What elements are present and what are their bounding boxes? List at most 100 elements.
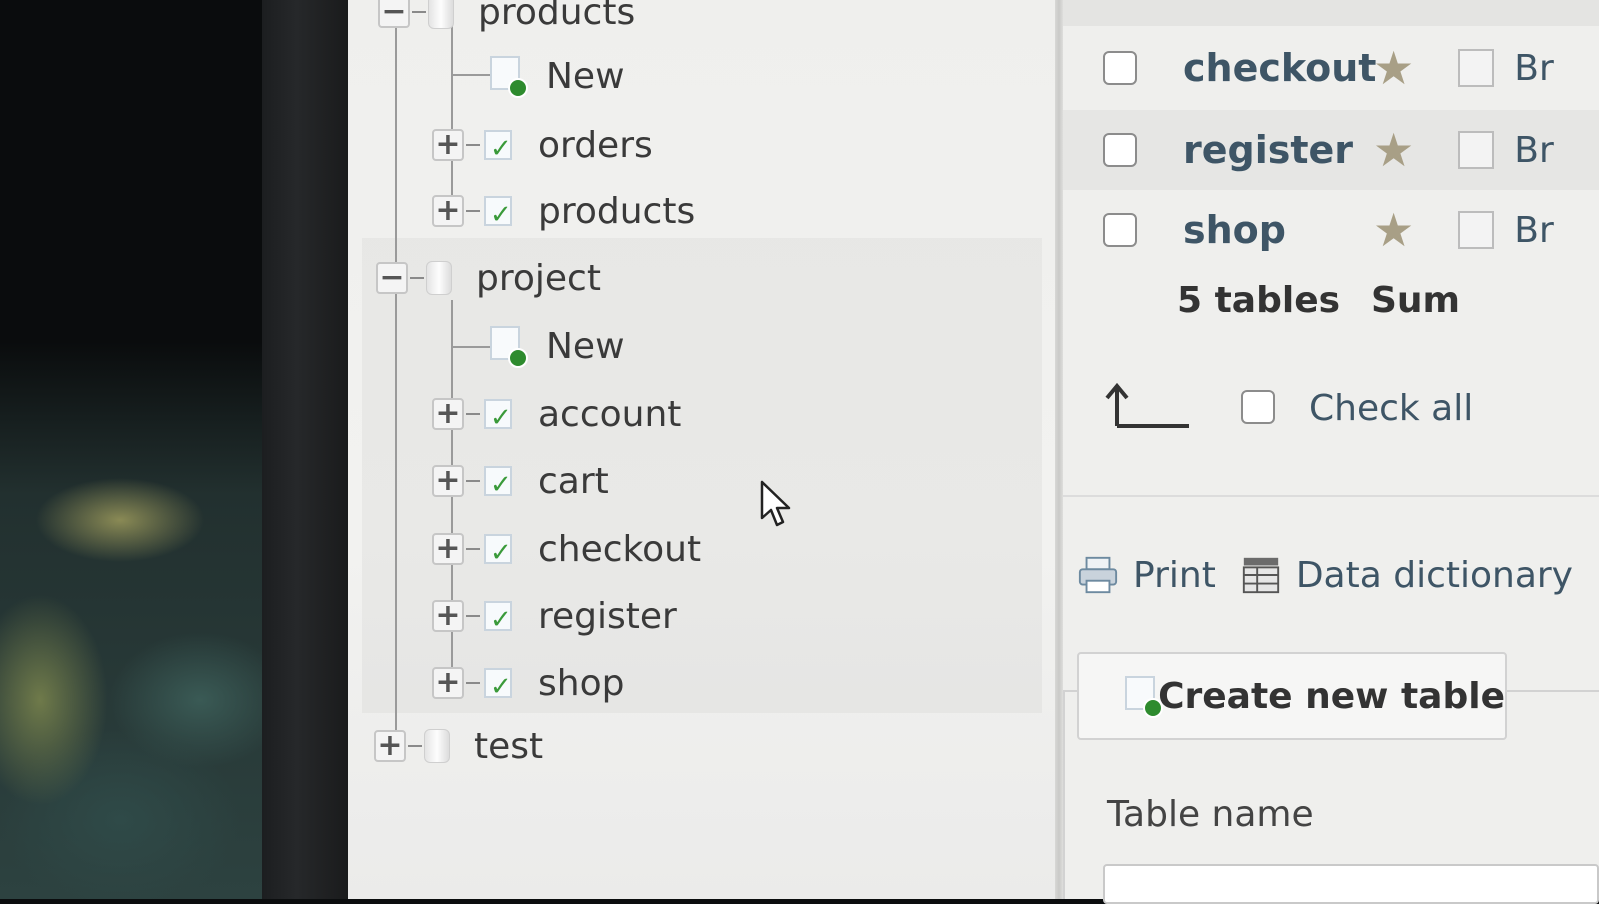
tree-label: account bbox=[538, 393, 682, 435]
tree-connector bbox=[466, 548, 480, 550]
sum-label: Sum bbox=[1371, 280, 1461, 321]
tree-item-checkout[interactable]: + ✓ checkout bbox=[432, 519, 701, 579]
background-photo bbox=[0, 0, 262, 899]
star-icon[interactable]: ★ bbox=[1373, 41, 1414, 95]
tree-label: New bbox=[546, 55, 625, 97]
check-all-checkbox[interactable] bbox=[1241, 390, 1275, 424]
database-icon bbox=[426, 261, 452, 295]
tree-item-shop[interactable]: + ✓ shop bbox=[432, 653, 624, 713]
tree-item-orders[interactable]: + ✓ orders bbox=[432, 115, 653, 175]
browse-link[interactable]: Br bbox=[1514, 48, 1554, 89]
tree-item-new-project[interactable]: New bbox=[488, 316, 625, 376]
plus-icon[interactable]: + bbox=[432, 667, 464, 699]
star-icon[interactable]: ★ bbox=[1373, 123, 1414, 177]
tree-connector bbox=[466, 144, 480, 146]
table-row-shop: shop ★ Br bbox=[1063, 190, 1599, 270]
tree-connector bbox=[408, 745, 422, 747]
browse-icon[interactable] bbox=[1458, 49, 1495, 87]
tree-connector bbox=[466, 615, 480, 617]
table-count: 5 tables bbox=[1177, 280, 1341, 321]
plus-icon[interactable]: + bbox=[432, 129, 464, 161]
tools-row: Print Data dictionary bbox=[1077, 548, 1597, 602]
plus-icon[interactable]: + bbox=[432, 600, 464, 632]
new-table-icon bbox=[1123, 676, 1163, 718]
separator bbox=[1063, 495, 1599, 497]
minus-icon[interactable]: − bbox=[376, 262, 408, 294]
table-row-checkout: checkout ★ Br bbox=[1063, 28, 1599, 108]
row-checkbox[interactable] bbox=[1103, 213, 1137, 247]
minus-icon[interactable]: − bbox=[378, 0, 410, 28]
table-icon: ✓ bbox=[482, 397, 518, 433]
tree-label: checkout bbox=[538, 528, 702, 570]
plus-icon[interactable]: + bbox=[432, 533, 464, 565]
plus-icon[interactable]: + bbox=[432, 465, 464, 497]
fieldset-border bbox=[1063, 690, 1065, 899]
database-icon bbox=[424, 729, 450, 763]
table-icon: ✓ bbox=[482, 194, 518, 230]
browse-link[interactable]: Br bbox=[1514, 210, 1554, 251]
monitor-bezel bbox=[262, 0, 348, 899]
browse-link[interactable]: Br bbox=[1514, 130, 1554, 171]
tree-connector bbox=[466, 682, 480, 684]
tree-label: products bbox=[478, 0, 636, 33]
browse-icon[interactable] bbox=[1458, 211, 1495, 249]
tree-connector bbox=[466, 413, 480, 415]
check-all-row: Check all bbox=[1063, 380, 1599, 440]
tree-database-test[interactable]: + test bbox=[374, 716, 543, 776]
table-icon: ✓ bbox=[482, 464, 518, 500]
tree-connector bbox=[466, 210, 480, 212]
plus-icon[interactable]: + bbox=[432, 398, 464, 430]
browse-icon[interactable] bbox=[1458, 131, 1495, 169]
table-icon: ✓ bbox=[482, 128, 518, 164]
tree-item-new-products[interactable]: New bbox=[488, 46, 625, 106]
data-dictionary-icon[interactable] bbox=[1240, 553, 1282, 597]
tree-database-project[interactable]: − project bbox=[376, 248, 601, 308]
table-name-input[interactable] bbox=[1103, 864, 1599, 904]
tree-connector bbox=[410, 277, 424, 279]
table-name-label: Table name bbox=[1107, 794, 1314, 835]
fieldset-border bbox=[1507, 690, 1599, 692]
mouse-cursor-icon bbox=[760, 480, 791, 527]
content-panel: checkout ★ Br register ★ Br shop ★ Br 5 … bbox=[1063, 0, 1599, 904]
tree-connector bbox=[466, 480, 480, 482]
tree-label: products bbox=[538, 190, 696, 232]
fieldset-border bbox=[1063, 690, 1077, 692]
tree-connector bbox=[412, 11, 426, 13]
new-table-icon bbox=[488, 326, 528, 368]
arrow-up-left-icon bbox=[1105, 382, 1189, 428]
tree-label: New bbox=[546, 325, 625, 367]
table-name-link[interactable]: register bbox=[1183, 128, 1373, 172]
table-name-link[interactable]: checkout bbox=[1183, 46, 1376, 90]
summary-row: 5 tables Sum bbox=[1063, 280, 1599, 330]
table-icon: ✓ bbox=[482, 532, 518, 568]
data-dictionary-link[interactable]: Data dictionary bbox=[1296, 555, 1573, 596]
tree-item-cart[interactable]: + ✓ cart bbox=[432, 451, 609, 511]
tree-label: test bbox=[474, 725, 544, 767]
star-icon[interactable]: ★ bbox=[1373, 203, 1414, 257]
panel-divider[interactable] bbox=[1055, 0, 1063, 899]
print-link[interactable]: Print bbox=[1133, 555, 1216, 596]
new-table-icon bbox=[488, 56, 528, 98]
print-icon[interactable] bbox=[1077, 553, 1119, 597]
tree-item-register[interactable]: + ✓ register bbox=[432, 586, 677, 646]
plus-icon[interactable]: + bbox=[374, 730, 406, 762]
row-checkbox[interactable] bbox=[1103, 133, 1137, 167]
tree-label: register bbox=[538, 595, 677, 637]
table-header-strip bbox=[1063, 0, 1599, 26]
create-new-table-label: Create new table bbox=[1158, 675, 1505, 717]
tree-item-products[interactable]: + ✓ products bbox=[432, 181, 695, 241]
plus-icon[interactable]: + bbox=[432, 195, 464, 227]
table-name-link[interactable]: shop bbox=[1183, 208, 1373, 252]
tree-label: shop bbox=[538, 662, 625, 704]
create-new-table-button[interactable]: Create new table bbox=[1077, 652, 1507, 740]
tree-label: project bbox=[476, 257, 601, 299]
tree-item-account[interactable]: + ✓ account bbox=[432, 384, 681, 444]
navigation-panel: − products New + ✓ orders + ✓ products −… bbox=[348, 0, 1055, 899]
table-row-register: register ★ Br bbox=[1063, 110, 1599, 190]
row-checkbox[interactable] bbox=[1103, 51, 1137, 85]
check-all-label[interactable]: Check all bbox=[1309, 388, 1473, 429]
table-icon: ✓ bbox=[482, 666, 518, 702]
tree-line bbox=[395, 0, 397, 742]
database-icon bbox=[428, 0, 454, 29]
tree-database-products[interactable]: − products bbox=[378, 0, 635, 42]
